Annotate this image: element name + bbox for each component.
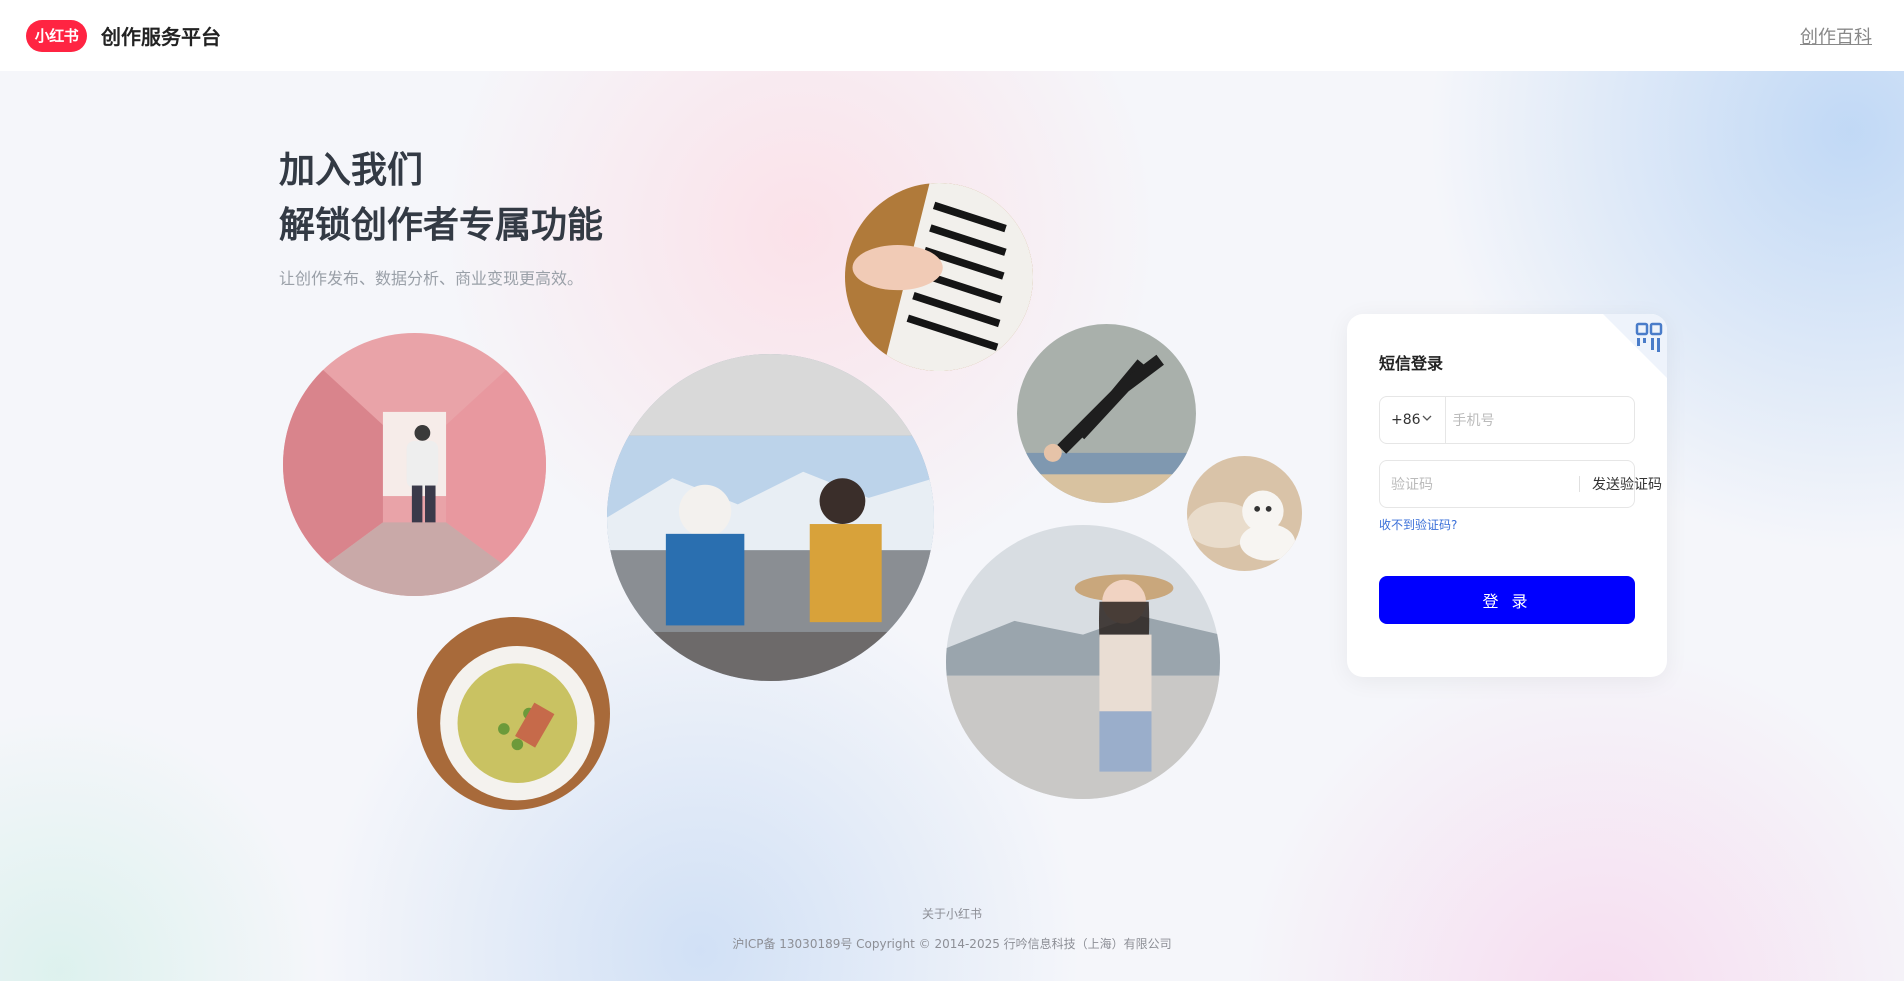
platform-title: 创作服务平台 (101, 25, 221, 49)
hero-title-line2: 解锁创作者专属功能 (279, 205, 604, 246)
hero-title: 加入我们 解锁创作者专属功能 (279, 143, 603, 253)
about-link[interactable]: 关于小红书 (0, 905, 1904, 922)
login-card: 短信登录 +86 发送验证码 收不到验证码? 登 录 (1347, 314, 1667, 677)
send-code-label: 发送验证码 (1592, 477, 1662, 493)
top-header: 小红书 创作服务平台 创作百科 (0, 0, 1904, 71)
photo-piano (845, 183, 1033, 371)
photo-dancer (1017, 324, 1196, 503)
creator-wiki-link[interactable]: 创作百科 (1800, 23, 1872, 49)
hero-title-line1: 加入我们 (279, 150, 424, 191)
hero-section: 加入我们 解锁创作者专属功能 让创作发布、数据分析、商业变现更高效。 (279, 143, 603, 289)
qr-login-toggle[interactable] (1603, 314, 1667, 378)
no-code-help-link[interactable]: 收不到验证码? (1379, 516, 1457, 533)
code-row: 发送验证码 (1379, 460, 1662, 508)
icp-copyright: 沪ICP备 13030189号 Copyright © 2014-2025 行吟… (732, 937, 1172, 951)
chevron-down-icon (1421, 412, 1433, 428)
photo-beach-girl (946, 525, 1220, 799)
photo-corridor (283, 333, 546, 596)
photo-friends-car (607, 354, 934, 681)
send-code-button[interactable]: 发送验证码 (1579, 461, 1667, 507)
code-input[interactable] (1380, 461, 1579, 507)
login-button[interactable]: 登 录 (1379, 576, 1635, 624)
phone-input[interactable] (1445, 397, 1641, 443)
phone-row: +86 (1379, 396, 1641, 444)
sms-login-title: 短信登录 (1379, 354, 1444, 373)
country-code-value: +86 (1391, 412, 1421, 428)
photo-cat (1187, 456, 1302, 571)
photo-soup-bowl (417, 617, 610, 810)
country-code-select[interactable]: +86 (1380, 397, 1446, 443)
brand[interactable]: 小红书 创作服务平台 (26, 19, 221, 52)
hero-subtitle: 让创作发布、数据分析、商业变现更高效。 (279, 269, 584, 288)
divider (1579, 476, 1580, 492)
xiaohongshu-logo: 小红书 (26, 19, 87, 52)
